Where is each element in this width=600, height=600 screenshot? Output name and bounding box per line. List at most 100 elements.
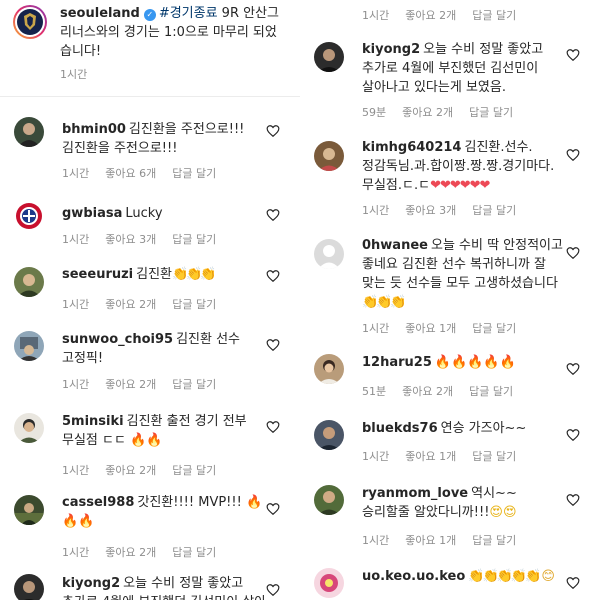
comment-likes[interactable]: 좋아요 1개 bbox=[405, 450, 456, 463]
comment-item: 0hwanee 오늘 수비 딱 안정적이고 좋네요 김진환 선수 복귀하니까 잘 … bbox=[300, 236, 600, 346]
comment-text: 12haru25 🔥🔥🔥🔥🔥 bbox=[362, 353, 568, 372]
heart-eyes-emoji: 😍😍 bbox=[489, 505, 517, 520]
hashtag-link[interactable]: #경기종료 bbox=[159, 6, 218, 21]
comment-likes[interactable]: 좋아요 3개 bbox=[405, 204, 456, 217]
like-heart-icon[interactable] bbox=[266, 208, 280, 222]
comment-likes[interactable]: 좋아요 2개 bbox=[105, 298, 156, 311]
commenter-avatar[interactable] bbox=[14, 495, 44, 525]
reply-button[interactable]: 답글 달기 bbox=[472, 322, 516, 335]
comment-username[interactable]: kiyong2 bbox=[62, 576, 120, 591]
comment-item: ryanmom_love 역시~~ 승리할줄 알았다니까!!!😍😍 1시간 좋아요 … bbox=[300, 484, 600, 564]
comment-body: 김진환 bbox=[136, 267, 173, 282]
like-heart-icon[interactable] bbox=[266, 338, 280, 352]
like-heart-icon[interactable] bbox=[566, 148, 580, 162]
commenter-avatar[interactable] bbox=[314, 141, 344, 171]
comment-likes[interactable]: 좋아요 3개 bbox=[105, 233, 156, 246]
comment-meta: 1시간 좋아요 2개 답글 달기 bbox=[62, 462, 232, 478]
commenter-avatar[interactable] bbox=[14, 331, 44, 361]
reply-button[interactable]: 답글 달기 bbox=[172, 546, 216, 559]
reply-button[interactable]: 답글 달기 bbox=[472, 9, 516, 22]
like-heart-icon[interactable] bbox=[266, 420, 280, 434]
reply-button[interactable]: 답글 달기 bbox=[172, 233, 216, 246]
comment-username[interactable]: 12haru25 bbox=[362, 355, 432, 370]
comment-username[interactable]: kiyong2 bbox=[362, 42, 420, 57]
reply-button[interactable]: 답글 달기 bbox=[469, 106, 513, 119]
comment-meta: 1시간 좋아요 2개 답글 달기 bbox=[362, 7, 532, 23]
comment-meta: 1시간 좋아요 3개 답글 달기 bbox=[62, 231, 232, 247]
post-avatar[interactable] bbox=[12, 4, 48, 40]
comment-username[interactable]: kimhg640214 bbox=[362, 140, 461, 155]
comment-username[interactable]: cassel988 bbox=[62, 495, 134, 510]
comment-time: 51분 bbox=[362, 385, 387, 398]
like-heart-icon[interactable] bbox=[266, 502, 280, 516]
like-heart-icon[interactable] bbox=[266, 583, 280, 597]
comment-time: 59분 bbox=[362, 106, 387, 119]
comment-time: 1시간 bbox=[62, 233, 90, 246]
comment-item: bluekds76 연승 가즈아~~ 1시간 좋아요 1개 답글 달기 bbox=[300, 418, 600, 478]
commenter-avatar[interactable] bbox=[314, 239, 344, 269]
reply-button[interactable]: 답글 달기 bbox=[172, 298, 216, 311]
comment-likes[interactable]: 좋아요 2개 bbox=[105, 464, 156, 477]
comment-username[interactable]: 0hwanee bbox=[362, 238, 428, 253]
comment-item: sunwoo_choi95 김진환 선수 고정픽! 1시간 좋아요 2개 답글 달기 bbox=[0, 328, 300, 408]
comment-text: bluekds76 연승 가즈아~~ bbox=[362, 419, 568, 438]
comment-text: ryanmom_love 역시~~ 승리할줄 알았다니까!!!😍😍 bbox=[362, 484, 568, 522]
commenter-avatar[interactable] bbox=[314, 42, 344, 72]
reply-button[interactable]: 답글 달기 bbox=[172, 167, 216, 180]
commenter-avatar[interactable] bbox=[14, 117, 44, 147]
reply-button[interactable]: 답글 달기 bbox=[472, 534, 516, 547]
like-heart-icon[interactable] bbox=[566, 48, 580, 62]
comment-username[interactable]: seeeuruzi bbox=[62, 267, 133, 282]
clap-emoji: 👏👏👏 bbox=[362, 295, 407, 310]
comment-meta: 1시간 좋아요 2개 답글 달기 bbox=[62, 376, 232, 392]
reply-button[interactable]: 답글 달기 bbox=[172, 378, 216, 391]
commenter-avatar[interactable] bbox=[314, 485, 344, 515]
commenter-avatar[interactable] bbox=[314, 420, 344, 450]
commenter-avatar[interactable] bbox=[314, 568, 344, 598]
reply-button[interactable]: 답글 달기 bbox=[472, 450, 516, 463]
comment-username[interactable]: sunwoo_choi95 bbox=[62, 332, 173, 347]
comment-item: 12haru25 🔥🔥🔥🔥🔥 51분 좋아요 2개 답글 달기 bbox=[300, 352, 600, 410]
comment-body: Lucky bbox=[125, 206, 163, 221]
comment-likes[interactable]: 좋아요 6개 bbox=[105, 167, 156, 180]
comment-username[interactable]: bluekds76 bbox=[362, 421, 438, 436]
commenter-avatar[interactable] bbox=[14, 267, 44, 297]
commenter-avatar[interactable] bbox=[314, 354, 344, 384]
fire-emoji: 🔥🔥🔥🔥🔥 bbox=[434, 355, 516, 370]
comment-username[interactable]: ryanmom_love bbox=[362, 486, 468, 501]
comment-username[interactable]: gwbiasa bbox=[62, 206, 122, 221]
like-heart-icon[interactable] bbox=[566, 576, 580, 590]
like-heart-icon[interactable] bbox=[566, 246, 580, 260]
comment-username[interactable]: 5minsiki bbox=[62, 414, 124, 429]
comment-text: bhmin00 김진환을 주전으로!!! 김진환을 주전으로!!! bbox=[62, 120, 268, 158]
comment-likes[interactable]: 좋아요 2개 bbox=[402, 385, 453, 398]
reply-button[interactable]: 답글 달기 bbox=[172, 464, 216, 477]
commenter-avatar[interactable] bbox=[14, 574, 44, 600]
comment-username[interactable]: uo.keo.uo.keo bbox=[362, 569, 465, 584]
like-heart-icon[interactable] bbox=[566, 428, 580, 442]
comment-likes[interactable]: 좋아요 2개 bbox=[402, 106, 453, 119]
comment-likes[interactable]: 좋아요 1개 bbox=[405, 534, 456, 547]
comment-meta: 1시간 좋아요 1개 답글 달기 bbox=[362, 532, 532, 548]
like-heart-icon[interactable] bbox=[266, 269, 280, 283]
comment-item: kiyong2오늘 수비 정말 좋았고 추가로 4월에 부진했던 김선민이 살아 bbox=[0, 572, 300, 600]
comment-meta: 1시간 좋아요 2개 답글 달기 bbox=[62, 544, 232, 560]
reply-button[interactable]: 답글 달기 bbox=[472, 204, 516, 217]
like-heart-icon[interactable] bbox=[566, 493, 580, 507]
post-username[interactable]: seouleland bbox=[60, 6, 140, 21]
comment-likes[interactable]: 좋아요 2개 bbox=[105, 546, 156, 559]
comment-text: seeeuruzi 김진환👏👏👏 bbox=[62, 265, 268, 284]
comment-item: bhmin00 김진환을 주전으로!!! 김진환을 주전으로!!! 1시간 좋아요 … bbox=[0, 112, 300, 192]
comment-likes[interactable]: 좋아요 2개 bbox=[405, 9, 456, 22]
comment-username[interactable]: bhmin00 bbox=[62, 122, 126, 137]
reply-button[interactable]: 답글 달기 bbox=[469, 385, 513, 398]
comment-likes[interactable]: 좋아요 2개 bbox=[105, 378, 156, 391]
like-heart-icon[interactable] bbox=[266, 124, 280, 138]
comment-time: 1시간 bbox=[362, 534, 390, 547]
commenter-avatar[interactable] bbox=[14, 201, 44, 231]
commenter-avatar[interactable] bbox=[14, 413, 44, 443]
comment-likes[interactable]: 좋아요 1개 bbox=[405, 322, 456, 335]
comment-time: 1시간 bbox=[62, 546, 90, 559]
comment-text: kiyong2 오늘 수비 정말 좋았고 추가로 4월에 부진했던 김선민이 살아… bbox=[362, 40, 568, 97]
like-heart-icon[interactable] bbox=[566, 362, 580, 376]
